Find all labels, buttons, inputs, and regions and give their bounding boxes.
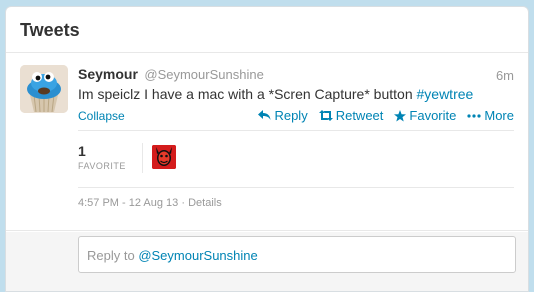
retweet-label: Retweet [335, 108, 384, 123]
more-label: More [484, 108, 514, 123]
reply-mention: @SeymourSunshine [138, 248, 258, 263]
favorites-stat[interactable]: 1 FAVORITE [78, 143, 126, 171]
favoriter-avatar[interactable] [152, 145, 176, 169]
tweet-text: Im speiclz I have a mac with a *Scren Ca… [78, 86, 473, 102]
reply-icon [258, 110, 271, 121]
tweet-datetime[interactable]: 4:57 PM - 12 Aug 13 [78, 197, 178, 209]
star-icon [394, 109, 407, 122]
tweet-timestamp[interactable]: 6m [496, 68, 514, 83]
devil-avatar-icon [152, 145, 176, 169]
panel-header: Tweets [6, 7, 528, 53]
retweet-button[interactable]: Retweet [318, 108, 384, 123]
stat-separator [142, 143, 143, 173]
avatar[interactable] [20, 65, 68, 113]
favorite-stat-label: FAVORITE [78, 161, 126, 171]
tweet-actions: Reply Retweet Favorite More [258, 108, 514, 123]
tweet-meta: 4:57 PM - 12 Aug 13 · Details [78, 197, 222, 209]
reply-input[interactable]: Reply to @SeymourSunshine [78, 236, 516, 273]
reply-area: Reply to @SeymourSunshine [6, 232, 528, 291]
stats-divider [78, 130, 514, 131]
favorite-button[interactable]: Favorite [394, 108, 456, 123]
cupcake-avatar-icon [20, 65, 68, 113]
collapse-link[interactable]: Collapse [78, 109, 125, 123]
favorite-label: Favorite [409, 108, 457, 123]
tweet-header: Seymour @SeymourSunshine [78, 66, 264, 84]
panel-title: Tweets [20, 20, 80, 40]
favorite-count: 1 [78, 143, 86, 159]
author-fullname[interactable]: Seymour [78, 66, 138, 82]
tweet[interactable]: Seymour @SeymourSunshine 6m Im speiclz I… [6, 53, 528, 231]
retweet-icon [318, 110, 333, 121]
reply-button[interactable]: Reply [258, 108, 308, 123]
more-button[interactable]: More [467, 108, 514, 123]
reply-placeholder-prefix: Reply to [87, 248, 139, 263]
tweets-panel: Tweets Seymour @SeymourSunshine 6m Im sp… [5, 6, 529, 292]
meta-divider [78, 187, 514, 188]
more-dots-icon [467, 113, 481, 118]
reply-label: Reply [274, 108, 308, 123]
hashtag-link[interactable]: #yewtree [417, 86, 474, 102]
details-link[interactable]: Details [188, 197, 222, 209]
meta-separator: · [178, 197, 189, 209]
tweet-text-body: Im speiclz I have a mac with a *Scren Ca… [78, 86, 417, 102]
author-username[interactable]: @SeymourSunshine [144, 67, 263, 82]
